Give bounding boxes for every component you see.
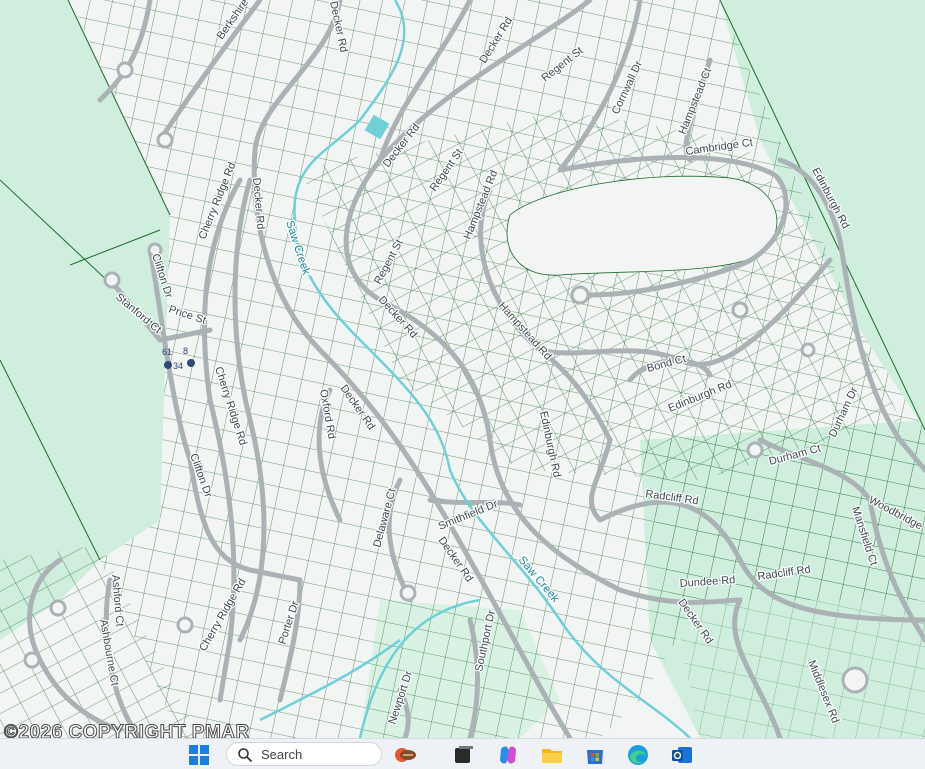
marker-dot-left[interactable] [164, 361, 172, 369]
marker-label-34: 34 [173, 361, 183, 371]
taskbar-search-box[interactable]: Search [226, 742, 382, 766]
file-explorer-icon[interactable] [540, 743, 564, 767]
taskbar: Search [0, 738, 925, 769]
edge-icon[interactable] [626, 743, 650, 767]
windows-start-icon[interactable] [188, 744, 210, 766]
microsoft-store-icon[interactable] [583, 743, 607, 767]
search-label: Search [261, 747, 303, 762]
outlook-icon[interactable] [670, 743, 694, 767]
marker-label-8: 8 [183, 346, 188, 356]
task-view-icon[interactable] [452, 743, 476, 767]
search-icon [238, 748, 253, 763]
widgets-icon[interactable] [393, 743, 417, 767]
parcel-map[interactable]: Berkshire Decker Rd Decker Rd Decker Rd … [0, 0, 925, 738]
marker-label-61: 61 [162, 347, 172, 357]
marker-dot-right[interactable] [187, 359, 195, 367]
copilot-icon[interactable] [496, 743, 520, 767]
